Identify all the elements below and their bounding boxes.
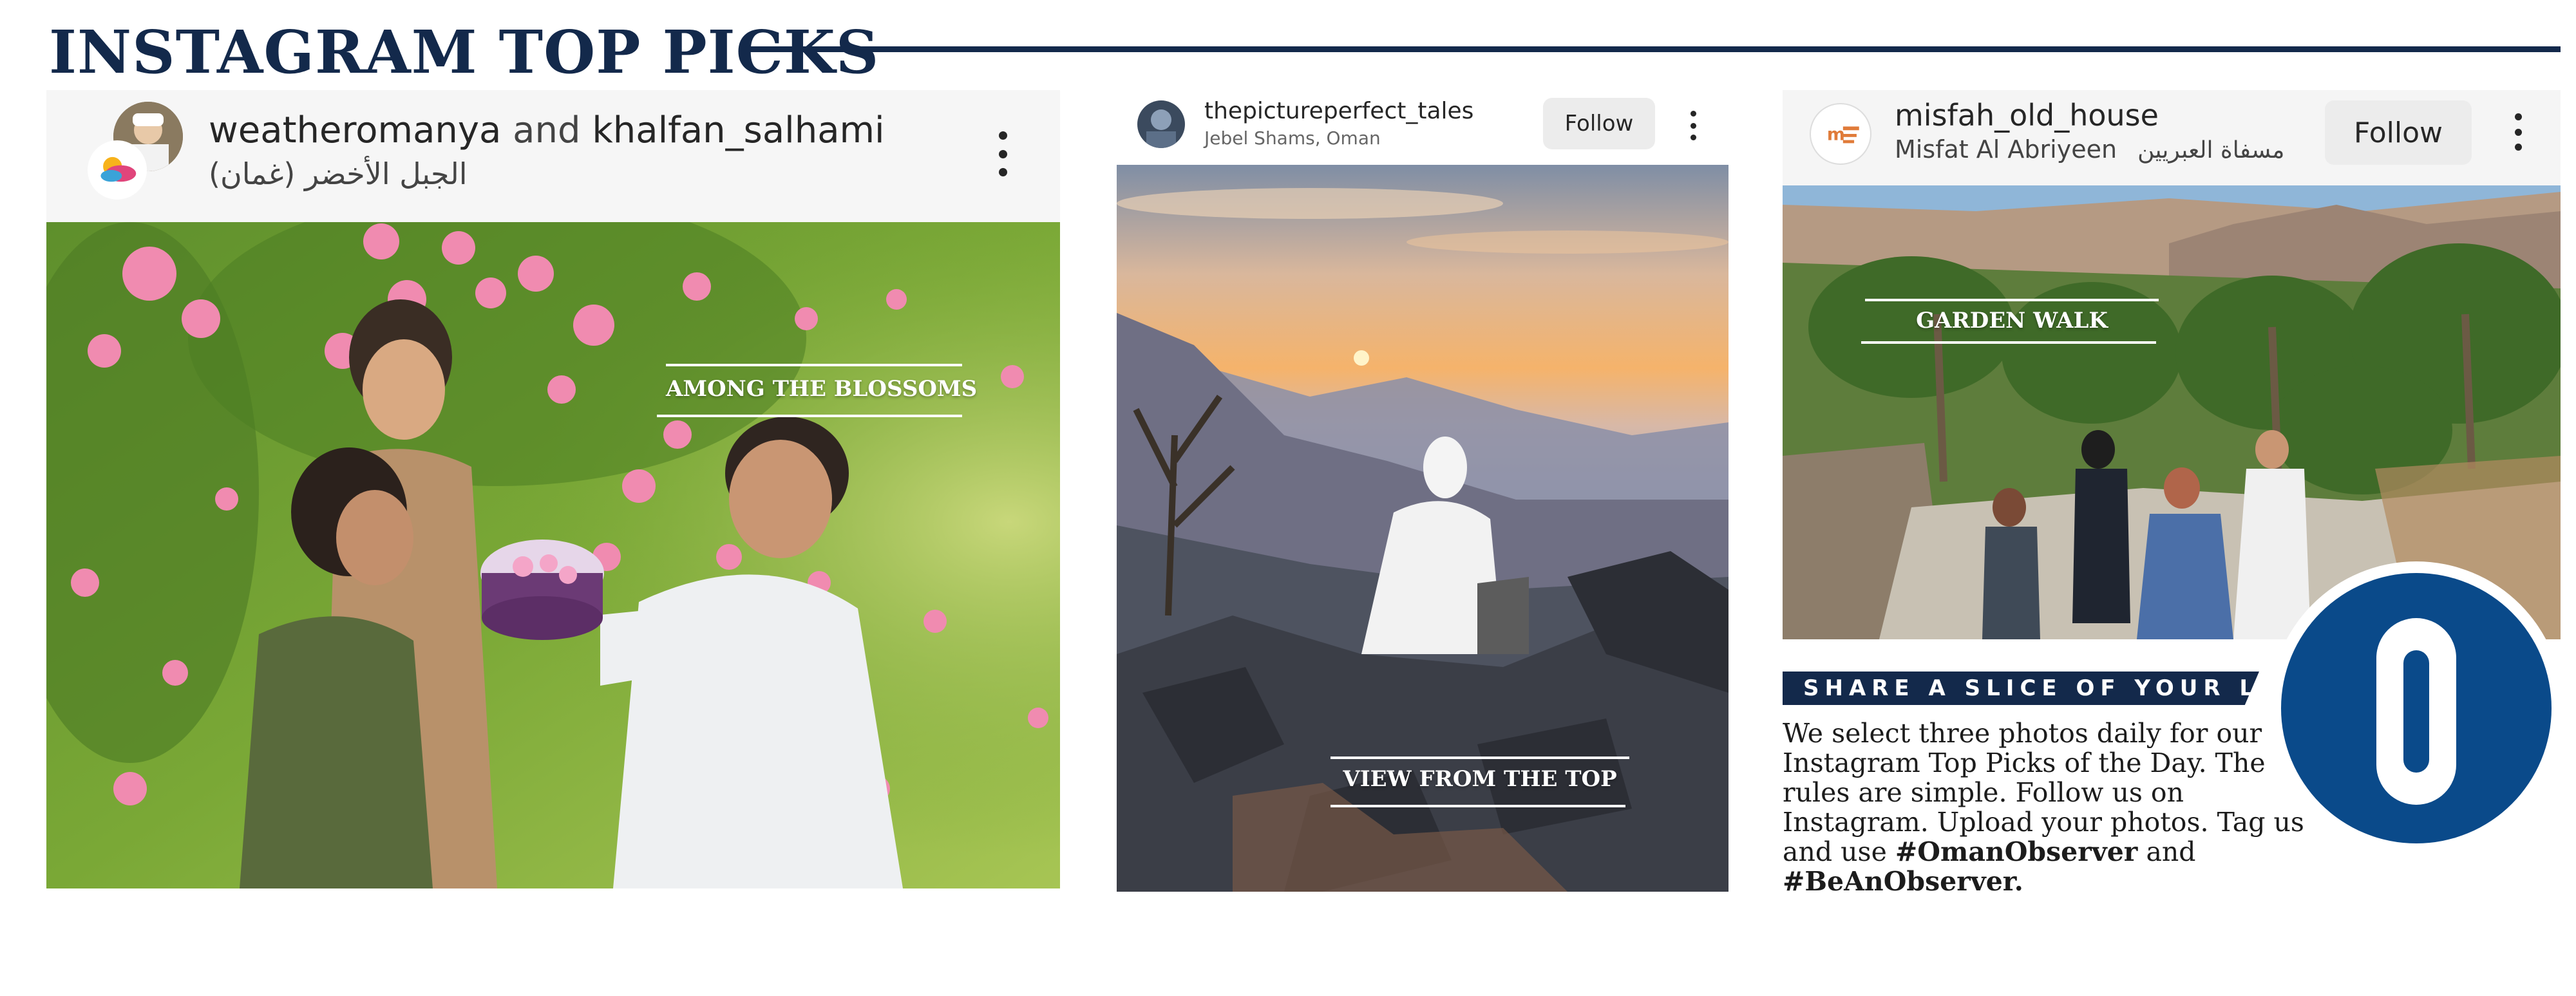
- post-3-location-en[interactable]: Misfat Al Abriyeen: [1895, 135, 2117, 164]
- post-3-location-ar[interactable]: مسفاة العبريين: [2137, 137, 2284, 164]
- post-1-caption-line-bottom: [657, 415, 962, 417]
- post-2-header: thepictureperfect_tales Jebel Shams, Oma…: [1117, 90, 1728, 165]
- hashtag-omanobserver[interactable]: #OmanObserver: [1895, 836, 2138, 867]
- post-3-follow-button[interactable]: Follow: [2325, 100, 2472, 165]
- username-khalfan[interactable]: khalfan_salhami: [592, 109, 884, 151]
- post-3-header: m misfah_old_house Misfat Al Abriyeen مس…: [1783, 90, 2561, 185]
- promo-and: and: [2146, 836, 2196, 867]
- page-title: INSTAGRAM TOP PICKS: [49, 17, 880, 87]
- avatar-thepictureperfect[interactable]: [1137, 100, 1185, 148]
- post-1-caption-line-top: [666, 364, 962, 366]
- post-1-header: weatheromanya and khalfan_salhami الجبل …: [46, 90, 1060, 222]
- post-1-photo: [46, 222, 1060, 888]
- svg-text:m: m: [1827, 125, 1845, 145]
- post-2-location[interactable]: Jebel Shams, Oman: [1204, 126, 1381, 151]
- avatar-misfah[interactable]: m: [1810, 103, 1871, 165]
- username-joiner: and: [513, 109, 581, 151]
- post-2-caption-line-top: [1331, 756, 1629, 759]
- post-3-caption-line-bottom: [1861, 341, 2156, 344]
- post-3-caption-line-top: [1865, 299, 2159, 301]
- post-2-follow-button[interactable]: Follow: [1543, 98, 1655, 149]
- post-1-location[interactable]: الجبل الأخضر (غمان): [209, 155, 468, 193]
- post-2-more-icon[interactable]: [1686, 111, 1700, 140]
- post-3-location: Misfat Al Abriyeen مسفاة العبريين: [1895, 133, 2284, 167]
- post-3-username[interactable]: misfah_old_house: [1895, 97, 2159, 134]
- post-3-more-icon[interactable]: [2510, 113, 2526, 151]
- page: { "header": {"title": "INSTAGRAM TOP PIC…: [0, 0, 2576, 996]
- share-heading: SHARE A SLICE OF YOUR LIFE: [1803, 675, 2315, 701]
- post-1-usernames: weatheromanya and khalfan_salhami: [209, 108, 885, 153]
- post-2-caption-line-bottom: [1331, 805, 1625, 807]
- post-1-caption: AMONG THE BLOSSOMS: [666, 376, 978, 402]
- post-3-caption: GARDEN WALK: [1916, 308, 2108, 334]
- username-weatheromanya[interactable]: weatheromanya: [209, 109, 501, 151]
- oman-observer-logo: [2268, 560, 2564, 856]
- avatar-weatheromanya[interactable]: [88, 140, 147, 200]
- title-rule: [741, 46, 2561, 52]
- post-1-more-icon[interactable]: [993, 131, 1012, 176]
- post-2-username[interactable]: thepictureperfect_tales: [1204, 97, 1473, 126]
- promo-body: We select three photos daily for our Ins…: [1783, 719, 2317, 896]
- post-2-caption: VIEW FROM THE TOP: [1343, 766, 1617, 792]
- hashtag-beanobserver[interactable]: #BeAnObserver.: [1783, 866, 2023, 897]
